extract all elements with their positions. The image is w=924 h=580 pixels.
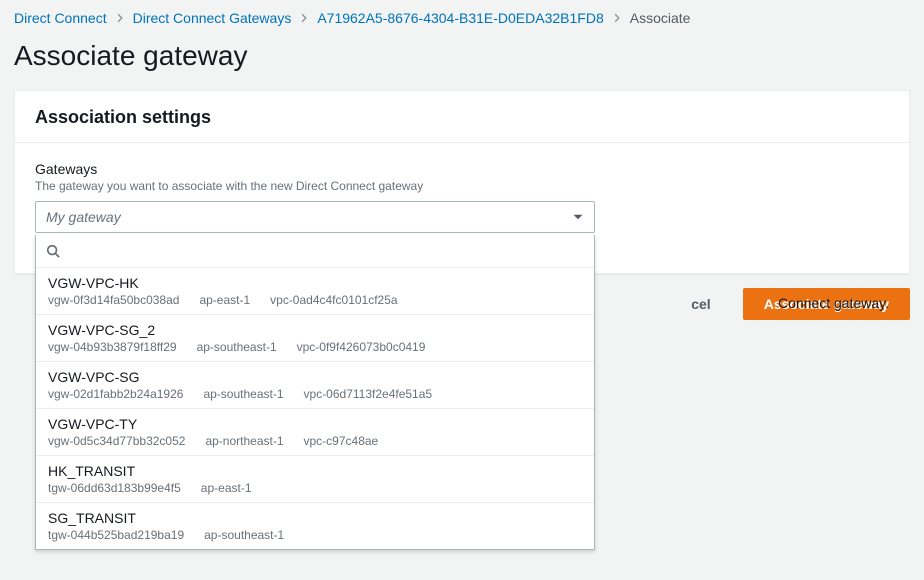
caret-down-icon	[572, 211, 584, 223]
option-name: HK_TRANSIT	[48, 463, 582, 479]
option-region: ap-southeast-1	[203, 387, 283, 401]
option-vpc: vpc-c97c48ae	[304, 434, 379, 448]
gateways-help: The gateway you want to associate with t…	[35, 179, 889, 193]
option-id: tgw-044b525bad219ba19	[48, 528, 184, 542]
option-name: SG_TRANSIT	[48, 510, 582, 526]
breadcrumb-root[interactable]: Direct Connect	[14, 10, 107, 26]
chevron-right-icon	[612, 13, 622, 23]
gateway-option[interactable]: HK_TRANSIT tgw-06dd63d183b99e4f5 ap-east-1	[36, 455, 594, 502]
option-region: ap-east-1	[199, 293, 250, 307]
option-details: tgw-06dd63d183b99e4f5 ap-east-1	[48, 481, 582, 495]
option-details: vgw-0f3d14fa50bc038ad ap-east-1 vpc-0ad4c4…	[48, 293, 582, 307]
breadcrumb: Direct Connect Direct Connect Gateways A…	[14, 10, 910, 26]
gateway-select-placeholder: My gateway	[46, 209, 121, 225]
association-settings-panel: Association settings Gateways The gatewa…	[14, 90, 910, 274]
chevron-right-icon	[299, 13, 309, 23]
option-name: VGW-VPC-HK	[48, 275, 582, 291]
option-details: vgw-04b93b3879f18ff29 ap-southeast-1 vpc-0…	[48, 340, 582, 354]
gateway-option[interactable]: VGW-VPC-SG_2 vgw-04b93b3879f18ff29 ap-sout…	[36, 314, 594, 361]
option-region: ap-east-1	[201, 481, 252, 495]
option-id: vgw-0f3d14fa50bc038ad	[48, 293, 179, 307]
dropdown-search[interactable]	[36, 235, 594, 268]
panel-title: Association settings	[15, 91, 909, 143]
page-title: Associate gateway	[14, 40, 910, 72]
dropdown-search-input[interactable]	[66, 241, 584, 261]
option-region: ap-northeast-1	[205, 434, 283, 448]
option-id: vgw-04b93b3879f18ff29	[48, 340, 177, 354]
gateway-option[interactable]: VGW-VPC-SG vgw-02d1fabb2b24a1926 ap-southe…	[36, 361, 594, 408]
option-id: vgw-0d5c34d77bb32c052	[48, 434, 185, 448]
option-details: tgw-044b525bad219ba19 ap-southeast-1	[48, 528, 582, 542]
gateway-option[interactable]: VGW-VPC-HK vgw-0f3d14fa50bc038ad ap-east-1…	[36, 268, 594, 314]
gateway-dropdown: VGW-VPC-HK vgw-0f3d14fa50bc038ad ap-east-1…	[35, 235, 595, 550]
gateway-select[interactable]: My gateway	[35, 201, 595, 233]
gateways-label: Gateways	[35, 161, 889, 177]
option-vpc: vpc-06d7113f2e4fe51a5	[304, 387, 433, 401]
option-id: tgw-06dd63d183b99e4f5	[48, 481, 181, 495]
option-name: VGW-VPC-TY	[48, 416, 582, 432]
option-vpc: vpc-0ad4c4fc0101cf25a	[270, 293, 397, 307]
option-details: vgw-0d5c34d77bb32c052 ap-northeast-1 vpc-c…	[48, 434, 582, 448]
cancel-button[interactable]: cel	[671, 288, 730, 320]
option-vpc: vpc-0f9f426073b0c0419	[297, 340, 426, 354]
associate-gateway-button[interactable]: Associate gateway	[743, 288, 910, 320]
option-id: vgw-02d1fabb2b24a1926	[48, 387, 183, 401]
search-icon	[46, 244, 60, 258]
breadcrumb-gateways[interactable]: Direct Connect Gateways	[133, 10, 292, 26]
option-region: ap-southeast-1	[197, 340, 277, 354]
dropdown-list: VGW-VPC-HK vgw-0f3d14fa50bc038ad ap-east-1…	[36, 268, 594, 549]
option-name: VGW-VPC-SG	[48, 369, 582, 385]
breadcrumb-gateway-id[interactable]: A71962A5-8676-4304-B31E-D0EDA32B1FD8	[317, 10, 603, 26]
option-details: vgw-02d1fabb2b24a1926 ap-southeast-1 vpc-0…	[48, 387, 582, 401]
breadcrumb-current: Associate	[630, 10, 691, 26]
option-name: VGW-VPC-SG_2	[48, 322, 582, 338]
option-region: ap-southeast-1	[204, 528, 284, 542]
gateway-option[interactable]: VGW-VPC-TY vgw-0d5c34d77bb32c052 ap-northe…	[36, 408, 594, 455]
gateway-option[interactable]: SG_TRANSIT tgw-044b525bad219ba19 ap-southe…	[36, 502, 594, 549]
chevron-right-icon	[115, 13, 125, 23]
